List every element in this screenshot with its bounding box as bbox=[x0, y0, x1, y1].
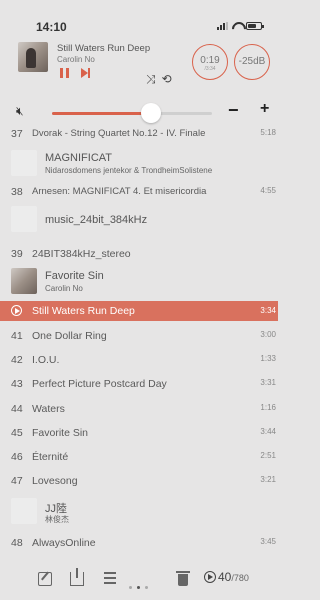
track-number: 42 bbox=[11, 354, 23, 366]
track-duration: 3:34 bbox=[260, 306, 276, 315]
status-time: 14:10 bbox=[36, 20, 67, 34]
playlist[interactable]: 37 Dvorak - String Quartet No.12 - IV. F… bbox=[0, 128, 278, 564]
total-count: /780 bbox=[231, 573, 249, 583]
track-duration: 3:00 bbox=[260, 330, 276, 339]
playlist-track[interactable]: 45 Favorite Sin 3:44 bbox=[0, 427, 278, 441]
track-duration: 3:45 bbox=[260, 537, 276, 546]
track-title: Still Waters Run Deep bbox=[32, 305, 135, 317]
track-length: /3:34 bbox=[204, 66, 216, 72]
track-title: Dvorak - String Quartet No.12 - IV. Fina… bbox=[32, 128, 206, 139]
shuffle-icon[interactable]: ⤨ bbox=[146, 72, 156, 87]
track-duration: 4:55 bbox=[260, 186, 276, 195]
gain-button[interactable]: -25dB bbox=[234, 44, 270, 80]
track-title: AlwaysOnline bbox=[32, 537, 96, 549]
playlist-track[interactable]: 44 Waters 1:16 bbox=[0, 403, 278, 417]
track-number: 41 bbox=[11, 330, 23, 342]
track-title: Perfect Picture Postcard Day bbox=[32, 378, 167, 390]
next-track-icon[interactable] bbox=[81, 68, 90, 78]
album-title: Favorite Sin bbox=[45, 270, 104, 282]
repeat-icon[interactable]: ⟲ bbox=[162, 72, 172, 87]
track-duration: 2:51 bbox=[260, 451, 276, 460]
now-playing-title: Still Waters Run Deep bbox=[57, 43, 151, 54]
track-title: One Dollar Ring bbox=[32, 330, 107, 342]
track-title: Arnesen: MAGNIFICAT 4. Et misericordia bbox=[32, 186, 207, 197]
edit-icon[interactable] bbox=[38, 572, 52, 586]
track-position[interactable]: 40/780 bbox=[204, 570, 249, 584]
album-group[interactable]: music_24bit_384kHz bbox=[0, 204, 278, 234]
pause-icon[interactable] bbox=[60, 68, 69, 78]
playlist-track[interactable]: 48 AlwaysOnline 3:45 bbox=[0, 537, 278, 551]
track-duration: 5:18 bbox=[260, 128, 276, 137]
track-duration: 1:16 bbox=[260, 403, 276, 412]
album-group[interactable]: JJ陸 林俊杰 bbox=[0, 496, 278, 526]
wifi-icon bbox=[232, 22, 242, 30]
track-number: 37 bbox=[11, 128, 23, 140]
elapsed-time: 0:19 bbox=[200, 55, 220, 66]
now-playing-artist: Carolin No bbox=[57, 55, 95, 64]
elapsed-time-button[interactable]: 0:19 /3:34 bbox=[192, 44, 228, 80]
now-playing-panel: Still Waters Run Deep Carolin No ⤨ ⟲ 0:1… bbox=[0, 34, 278, 92]
playlist-track[interactable]: 38 Arnesen: MAGNIFICAT 4. Et misericordi… bbox=[0, 186, 278, 200]
track-number: 38 bbox=[11, 186, 23, 198]
now-playing-icon bbox=[11, 305, 22, 316]
track-number: 48 bbox=[11, 537, 23, 549]
bottom-toolbar: 40/780 bbox=[0, 564, 278, 600]
track-number: 46 bbox=[11, 451, 23, 463]
playlist-track[interactable]: 42 I.O.U. 1:33 bbox=[0, 354, 278, 368]
play-circle-icon bbox=[204, 571, 216, 583]
track-title: Lovesong bbox=[32, 475, 78, 487]
gain-value: -25dB bbox=[238, 56, 266, 67]
album-title: music_24bit_384kHz bbox=[45, 214, 148, 226]
status-icons bbox=[217, 22, 264, 30]
track-duration: 3:44 bbox=[260, 427, 276, 436]
album-thumbnail bbox=[11, 498, 37, 524]
album-artist: 林俊杰 bbox=[45, 515, 69, 524]
track-title: 24BIT384kHz_stereo bbox=[32, 248, 131, 260]
volume-slider[interactable] bbox=[52, 103, 212, 123]
signal-icon bbox=[217, 22, 228, 30]
track-duration: 3:31 bbox=[260, 378, 276, 387]
mute-icon[interactable]: 🔇︎ bbox=[16, 104, 24, 119]
album-group[interactable]: MAGNIFICAT Nidarosdomens jentekor & Tron… bbox=[0, 148, 278, 178]
track-title: Waters bbox=[32, 403, 65, 415]
playlist-track[interactable]: 43 Perfect Picture Postcard Day 3:31 bbox=[0, 378, 278, 392]
track-title: Éternité bbox=[32, 451, 69, 463]
trash-icon[interactable] bbox=[176, 571, 190, 586]
track-title: Favorite Sin bbox=[32, 427, 89, 439]
volume-bar: 🔇︎ − + bbox=[0, 96, 278, 130]
album-thumbnail bbox=[11, 206, 37, 232]
track-number: 47 bbox=[11, 475, 23, 487]
album-artist: Carolin No bbox=[45, 284, 83, 293]
current-index: 40 bbox=[218, 570, 232, 584]
playlist-track-current[interactable]: Still Waters Run Deep 3:34 bbox=[0, 301, 278, 321]
track-number: 45 bbox=[11, 427, 23, 439]
track-number: 44 bbox=[11, 403, 23, 415]
playlist-track[interactable]: 41 One Dollar Ring 3:00 bbox=[0, 330, 278, 344]
queue-icon[interactable] bbox=[104, 572, 118, 586]
track-duration: 1:33 bbox=[260, 354, 276, 363]
playlist-track[interactable]: 39 24BIT384kHz_stereo bbox=[0, 248, 278, 262]
volume-up-button[interactable]: + bbox=[260, 100, 269, 118]
album-thumbnail bbox=[11, 268, 37, 294]
track-number: 39 bbox=[11, 248, 23, 260]
playlist-track[interactable]: 46 Éternité 2:51 bbox=[0, 451, 278, 465]
playlist-track[interactable]: 37 Dvorak - String Quartet No.12 - IV. F… bbox=[0, 128, 278, 142]
volume-knob[interactable] bbox=[141, 103, 162, 123]
volume-down-button[interactable]: − bbox=[228, 100, 239, 121]
track-title: I.O.U. bbox=[32, 354, 60, 366]
page-indicator bbox=[129, 586, 148, 589]
playlist-track[interactable]: 47 Lovesong 3:21 bbox=[0, 475, 278, 489]
status-bar: 14:10 bbox=[0, 0, 278, 34]
album-thumbnail bbox=[11, 150, 37, 176]
track-number: 43 bbox=[11, 378, 23, 390]
album-artist: Nidarosdomens jentekor & TrondheimSolist… bbox=[45, 166, 213, 175]
battery-icon bbox=[246, 22, 264, 30]
share-icon[interactable] bbox=[70, 568, 84, 586]
volume-fill bbox=[52, 112, 152, 115]
album-title: MAGNIFICAT bbox=[45, 152, 113, 164]
album-art[interactable] bbox=[18, 42, 48, 72]
track-duration: 3:21 bbox=[260, 475, 276, 484]
album-group[interactable]: Favorite Sin Carolin No bbox=[0, 266, 278, 296]
